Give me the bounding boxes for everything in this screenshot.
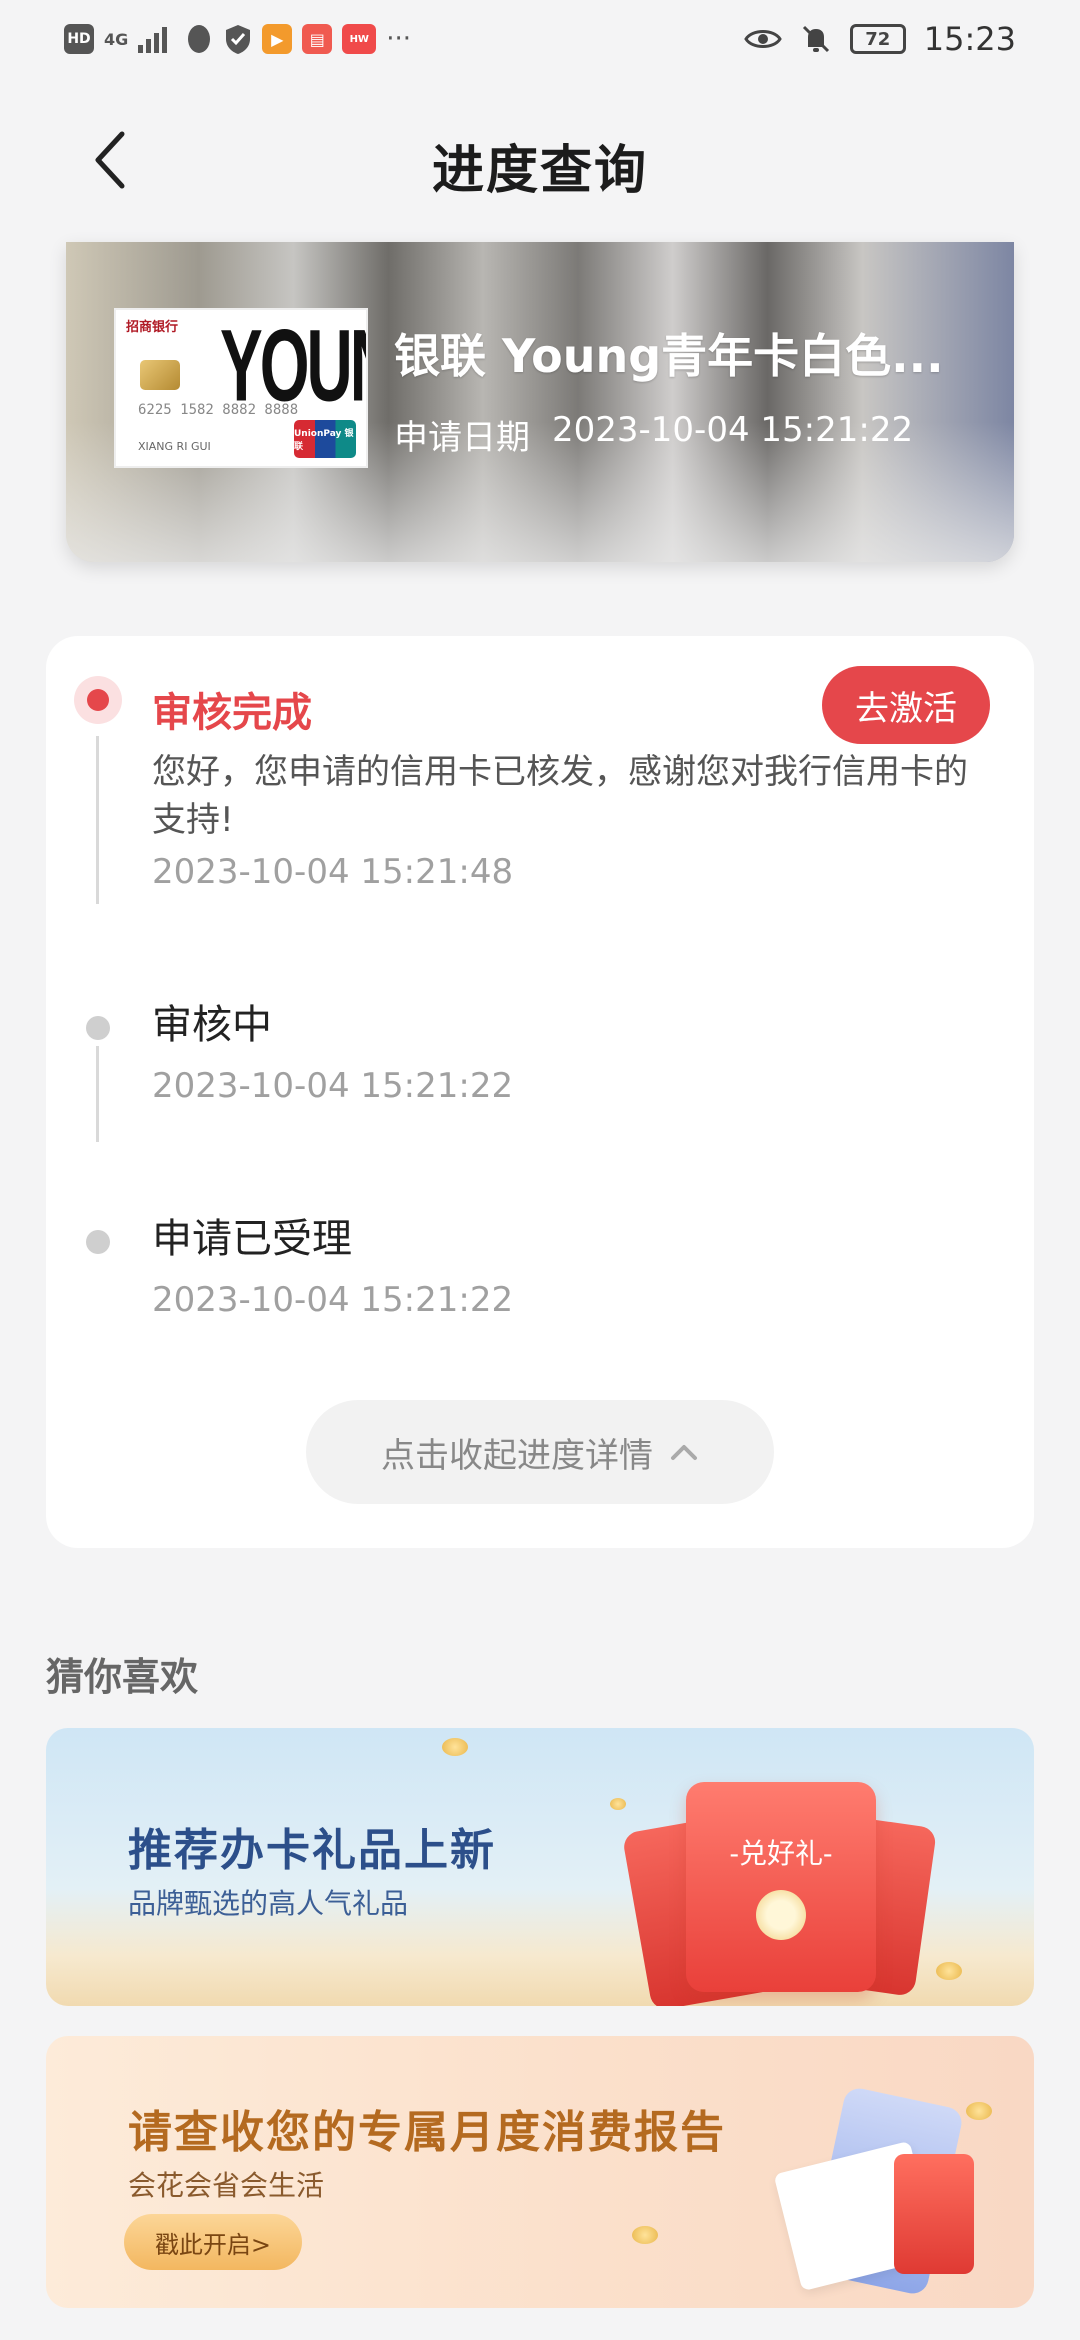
timeline-dot: [86, 1016, 110, 1040]
card-summary[interactable]: 招商银行 YOUNG 6225 1582 8882 8888 XIANG RI …: [66, 242, 1014, 562]
mute-bell-icon: [802, 25, 829, 53]
gift-banner[interactable]: 推荐办卡礼品上新 品牌甄选的高人气礼品 -兑好礼-: [46, 1728, 1034, 2006]
collapse-details-button[interactable]: 点击收起进度详情: [306, 1400, 774, 1504]
shield-icon: [226, 25, 251, 54]
timeline-dot: [86, 1230, 110, 1254]
status-right: 72 15:23: [744, 20, 1016, 58]
banner-subtitle: 品牌甄选的高人气礼品: [128, 1887, 409, 1920]
step-time: 2023-10-04 15:21:48: [152, 852, 514, 892]
card-holder: XIANG RI GUI: [138, 440, 211, 453]
eye-icon: [744, 30, 782, 48]
step-title: 审核中: [152, 1002, 272, 1048]
bank-logo: 招商银行: [126, 320, 179, 335]
step-time: 2023-10-04 15:21:22: [152, 1066, 514, 1106]
unionpay-logo: UnionPay 银联: [294, 420, 356, 458]
red-packet-icon: -兑好礼-: [686, 1782, 876, 1992]
card-image: 招商银行 YOUNG 6225 1582 8882 8888 XIANG RI …: [114, 308, 368, 468]
card-number: 6225 1582 8882 8888: [138, 402, 299, 418]
video-app-icon: ▶: [262, 24, 293, 54]
red-packet-label: -兑好礼-: [729, 1837, 833, 1870]
progress-card: 审核完成 去激活 您好，您申请的信用卡已核发，感谢您对我行信用卡的支持! 202…: [46, 636, 1034, 1548]
hd-badge: HD: [64, 24, 94, 54]
step-title: 申请已受理: [152, 1216, 352, 1262]
card-name: 银联 Young青年卡白色...: [394, 329, 944, 383]
chevron-up-icon: [671, 1445, 697, 1460]
report-banner[interactable]: 请查收您的专属月度消费报告 会花会省会生活 戳此开启>: [46, 2036, 1034, 2308]
nav-bar: 进度查询: [0, 100, 1080, 220]
collapse-label: 点击收起进度详情: [381, 1435, 653, 1476]
banner-subtitle: 会花会省会生活: [128, 2169, 325, 2202]
battery-indicator: 72: [849, 24, 906, 54]
network-type-label: 4G: [104, 29, 129, 49]
timeline-line: [96, 736, 99, 904]
huawei-app-icon: HW: [342, 24, 377, 54]
penguin-icon: [188, 25, 211, 53]
coin-icon: [966, 2102, 992, 2120]
open-report-button[interactable]: 戳此开启>: [124, 2214, 302, 2270]
red-packet-icon: [894, 2154, 974, 2274]
apply-date-label: 申请日期: [394, 418, 530, 458]
coin-icon: [936, 1962, 962, 1980]
apply-date-value: 2023-10-04 15:21:22: [552, 410, 914, 450]
timeline-dot-active: [74, 676, 122, 724]
section-title: 猜你喜欢: [46, 1655, 199, 1699]
coin-icon: [442, 1738, 468, 1756]
status-bar: HD 4G ▶ ▤ HW ··· 72 15:23: [0, 0, 1080, 78]
chip-icon: [140, 360, 180, 390]
banner-headline: 推荐办卡礼品上新: [128, 1825, 496, 1876]
page-title: 进度查询: [431, 141, 648, 201]
status-time: 15:23: [923, 20, 1016, 58]
step-description: 您好，您申请的信用卡已核发，感谢您对我行信用卡的支持!: [152, 752, 968, 840]
status-left: HD 4G ▶ ▤ HW ···: [64, 23, 411, 55]
signal-icon: [138, 27, 168, 53]
activate-button[interactable]: 去激活: [822, 666, 990, 744]
more-notifications-icon: ···: [386, 24, 412, 54]
coin-icon: [610, 1798, 626, 1810]
banner-headline: 请查收您的专属月度消费报告: [128, 2107, 726, 2158]
seal-icon: [756, 1890, 806, 1940]
coin-icon: [632, 2226, 658, 2244]
book-app-icon: ▤: [302, 24, 333, 54]
step-time: 2023-10-04 15:21:22: [152, 1280, 514, 1320]
step-title: 审核完成: [152, 690, 312, 736]
timeline-line: [96, 1046, 99, 1142]
card-apply-date: 申请日期 2023-10-04 15:21:22: [394, 410, 913, 459]
